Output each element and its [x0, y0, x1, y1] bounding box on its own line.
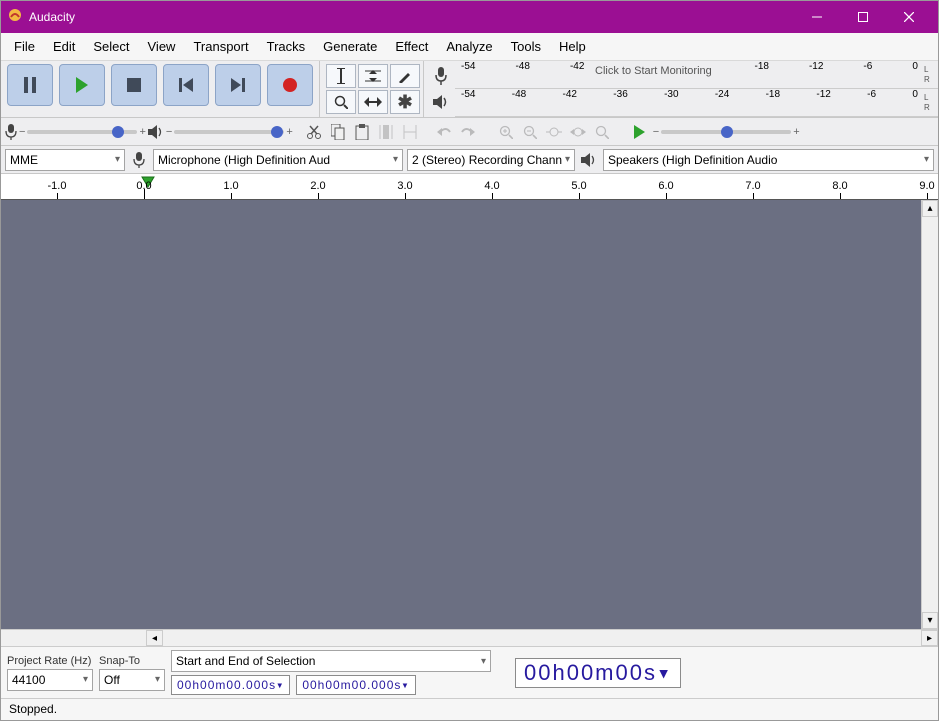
- scroll-left-icon[interactable]: ◂: [146, 630, 163, 646]
- snap-to-combo[interactable]: Off▾: [99, 669, 165, 691]
- menu-view[interactable]: View: [139, 35, 185, 58]
- minimize-button[interactable]: [794, 1, 840, 33]
- zoom-tool[interactable]: [326, 90, 356, 114]
- project-rate-combo[interactable]: 44100▾: [7, 669, 93, 691]
- meter-toolbar: -54 -48 -42 - - - -18 -12 -6 0 Click to …: [455, 61, 938, 117]
- skip-start-button[interactable]: [163, 64, 209, 106]
- fit-project-button[interactable]: [567, 121, 589, 143]
- playback-volume-slider[interactable]: [174, 130, 284, 134]
- menu-tracks[interactable]: Tracks: [258, 35, 315, 58]
- recording-device-combo[interactable]: Microphone (High Definition Aud▾: [153, 149, 403, 171]
- playback-meter[interactable]: -54 -48 -42 -36 -30 -24 -18 -12 -6 0 LR: [455, 89, 938, 117]
- snap-to-label: Snap-To: [99, 655, 165, 667]
- track-area[interactable]: ▴ ▾: [1, 200, 938, 629]
- chevron-down-icon: ▾: [115, 154, 120, 165]
- skip-end-button[interactable]: [215, 64, 261, 106]
- copy-button[interactable]: [327, 121, 349, 143]
- scroll-right-icon[interactable]: ▸: [921, 630, 938, 646]
- multi-tool[interactable]: ✱: [390, 90, 420, 114]
- chevron-down-icon: ▾: [393, 154, 398, 165]
- device-toolbar: MME▾ Microphone (High Definition Aud▾ 2 …: [1, 146, 938, 174]
- recording-channels-combo[interactable]: 2 (Stereo) Recording Chann▾: [407, 149, 575, 171]
- menu-tools[interactable]: Tools: [502, 35, 550, 58]
- status-text: Stopped.: [9, 702, 57, 716]
- selection-start-timecode[interactable]: 00h00m00.000s▾: [171, 675, 290, 695]
- speaker-icon: [579, 153, 599, 167]
- zoom-out-button[interactable]: [519, 121, 541, 143]
- stop-button[interactable]: [111, 64, 157, 106]
- menu-transport[interactable]: Transport: [184, 35, 257, 58]
- menu-bar: File Edit Select View Transport Tracks G…: [1, 33, 938, 61]
- horizontal-scrollbar[interactable]: ◂ ▸: [1, 629, 938, 646]
- mic-icon: [129, 152, 149, 168]
- menu-edit[interactable]: Edit: [44, 35, 84, 58]
- menu-generate[interactable]: Generate: [314, 35, 386, 58]
- paste-button[interactable]: [351, 121, 373, 143]
- chevron-down-icon: ▾: [481, 656, 486, 667]
- transport-toolbar: [1, 61, 319, 117]
- tools-toolbar: ✱: [323, 61, 423, 117]
- chevron-down-icon: ▾: [155, 674, 160, 685]
- redo-button[interactable]: [457, 121, 479, 143]
- recording-meter[interactable]: -54 -48 -42 - - - -18 -12 -6 0 Click to …: [455, 61, 938, 89]
- scroll-up-icon[interactable]: ▴: [922, 200, 938, 217]
- chevron-down-icon: ▾: [83, 674, 88, 685]
- undo-button[interactable]: [433, 121, 455, 143]
- rec-meter-mic-icon[interactable]: [429, 64, 453, 88]
- playback-device-combo[interactable]: Speakers (High Definition Audio▾: [603, 149, 934, 171]
- meter-lr-label: LR: [924, 65, 938, 85]
- selection-tool[interactable]: [326, 64, 356, 88]
- recording-volume-slider[interactable]: [27, 130, 137, 134]
- project-rate-label: Project Rate (Hz): [7, 655, 93, 667]
- playback-speed-slider[interactable]: [661, 130, 791, 134]
- close-button[interactable]: [886, 1, 932, 33]
- zoom-in-button[interactable]: [495, 121, 517, 143]
- speaker-icon: [148, 125, 164, 139]
- record-button[interactable]: [267, 64, 313, 106]
- monitor-message[interactable]: Click to Start Monitoring: [595, 65, 712, 77]
- trim-button[interactable]: [375, 121, 397, 143]
- meter-lr-label: LR: [924, 93, 938, 113]
- chevron-down-icon: ▾: [924, 154, 929, 165]
- selection-mode-combo[interactable]: Start and End of Selection▾: [171, 650, 491, 672]
- silence-button[interactable]: [399, 121, 421, 143]
- vertical-scrollbar[interactable]: ▴ ▾: [921, 200, 938, 629]
- timeline-ruler[interactable]: -1.0 0.0 1.0 2.0 3.0 4.0 5.0 6.0 7.0 8.0…: [1, 174, 938, 200]
- play-button[interactable]: [59, 64, 105, 106]
- pause-button[interactable]: [7, 64, 53, 106]
- menu-help[interactable]: Help: [550, 35, 595, 58]
- play-meter-speaker-icon[interactable]: [429, 90, 453, 114]
- draw-tool[interactable]: [390, 64, 420, 88]
- timeshift-tool[interactable]: [358, 90, 388, 114]
- fit-selection-button[interactable]: [543, 121, 565, 143]
- scroll-down-icon[interactable]: ▾: [922, 612, 938, 629]
- menu-select[interactable]: Select: [84, 35, 138, 58]
- app-title: Audacity: [29, 10, 75, 24]
- audio-host-combo[interactable]: MME▾: [5, 149, 125, 171]
- cut-button[interactable]: [303, 121, 325, 143]
- status-bar: Stopped.: [1, 698, 938, 720]
- menu-file[interactable]: File: [5, 35, 44, 58]
- title-bar: Audacity: [1, 1, 938, 33]
- selection-toolbar: Project Rate (Hz) 44100▾ Snap-To Off▾ St…: [1, 646, 938, 698]
- envelope-tool[interactable]: [358, 64, 388, 88]
- app-logo-icon: [7, 7, 29, 28]
- selection-end-timecode[interactable]: 00h00m00.000s▾: [296, 675, 415, 695]
- audio-position-timecode[interactable]: 00h00m00s▾: [515, 658, 681, 688]
- menu-effect[interactable]: Effect: [386, 35, 437, 58]
- toolbar-row-2: − + − + − +: [1, 118, 938, 146]
- toolbar-row-1: ✱ -54 -48 -42 - - - -18 -12 -6 0 Clic: [1, 61, 938, 118]
- menu-analyze[interactable]: Analyze: [437, 35, 501, 58]
- play-at-speed-button[interactable]: [629, 121, 651, 143]
- asterisk-icon: ✱: [397, 92, 412, 113]
- mic-icon: [5, 124, 17, 140]
- zoom-toggle-button[interactable]: [591, 121, 613, 143]
- chevron-down-icon: ▾: [565, 154, 570, 165]
- maximize-button[interactable]: [840, 1, 886, 33]
